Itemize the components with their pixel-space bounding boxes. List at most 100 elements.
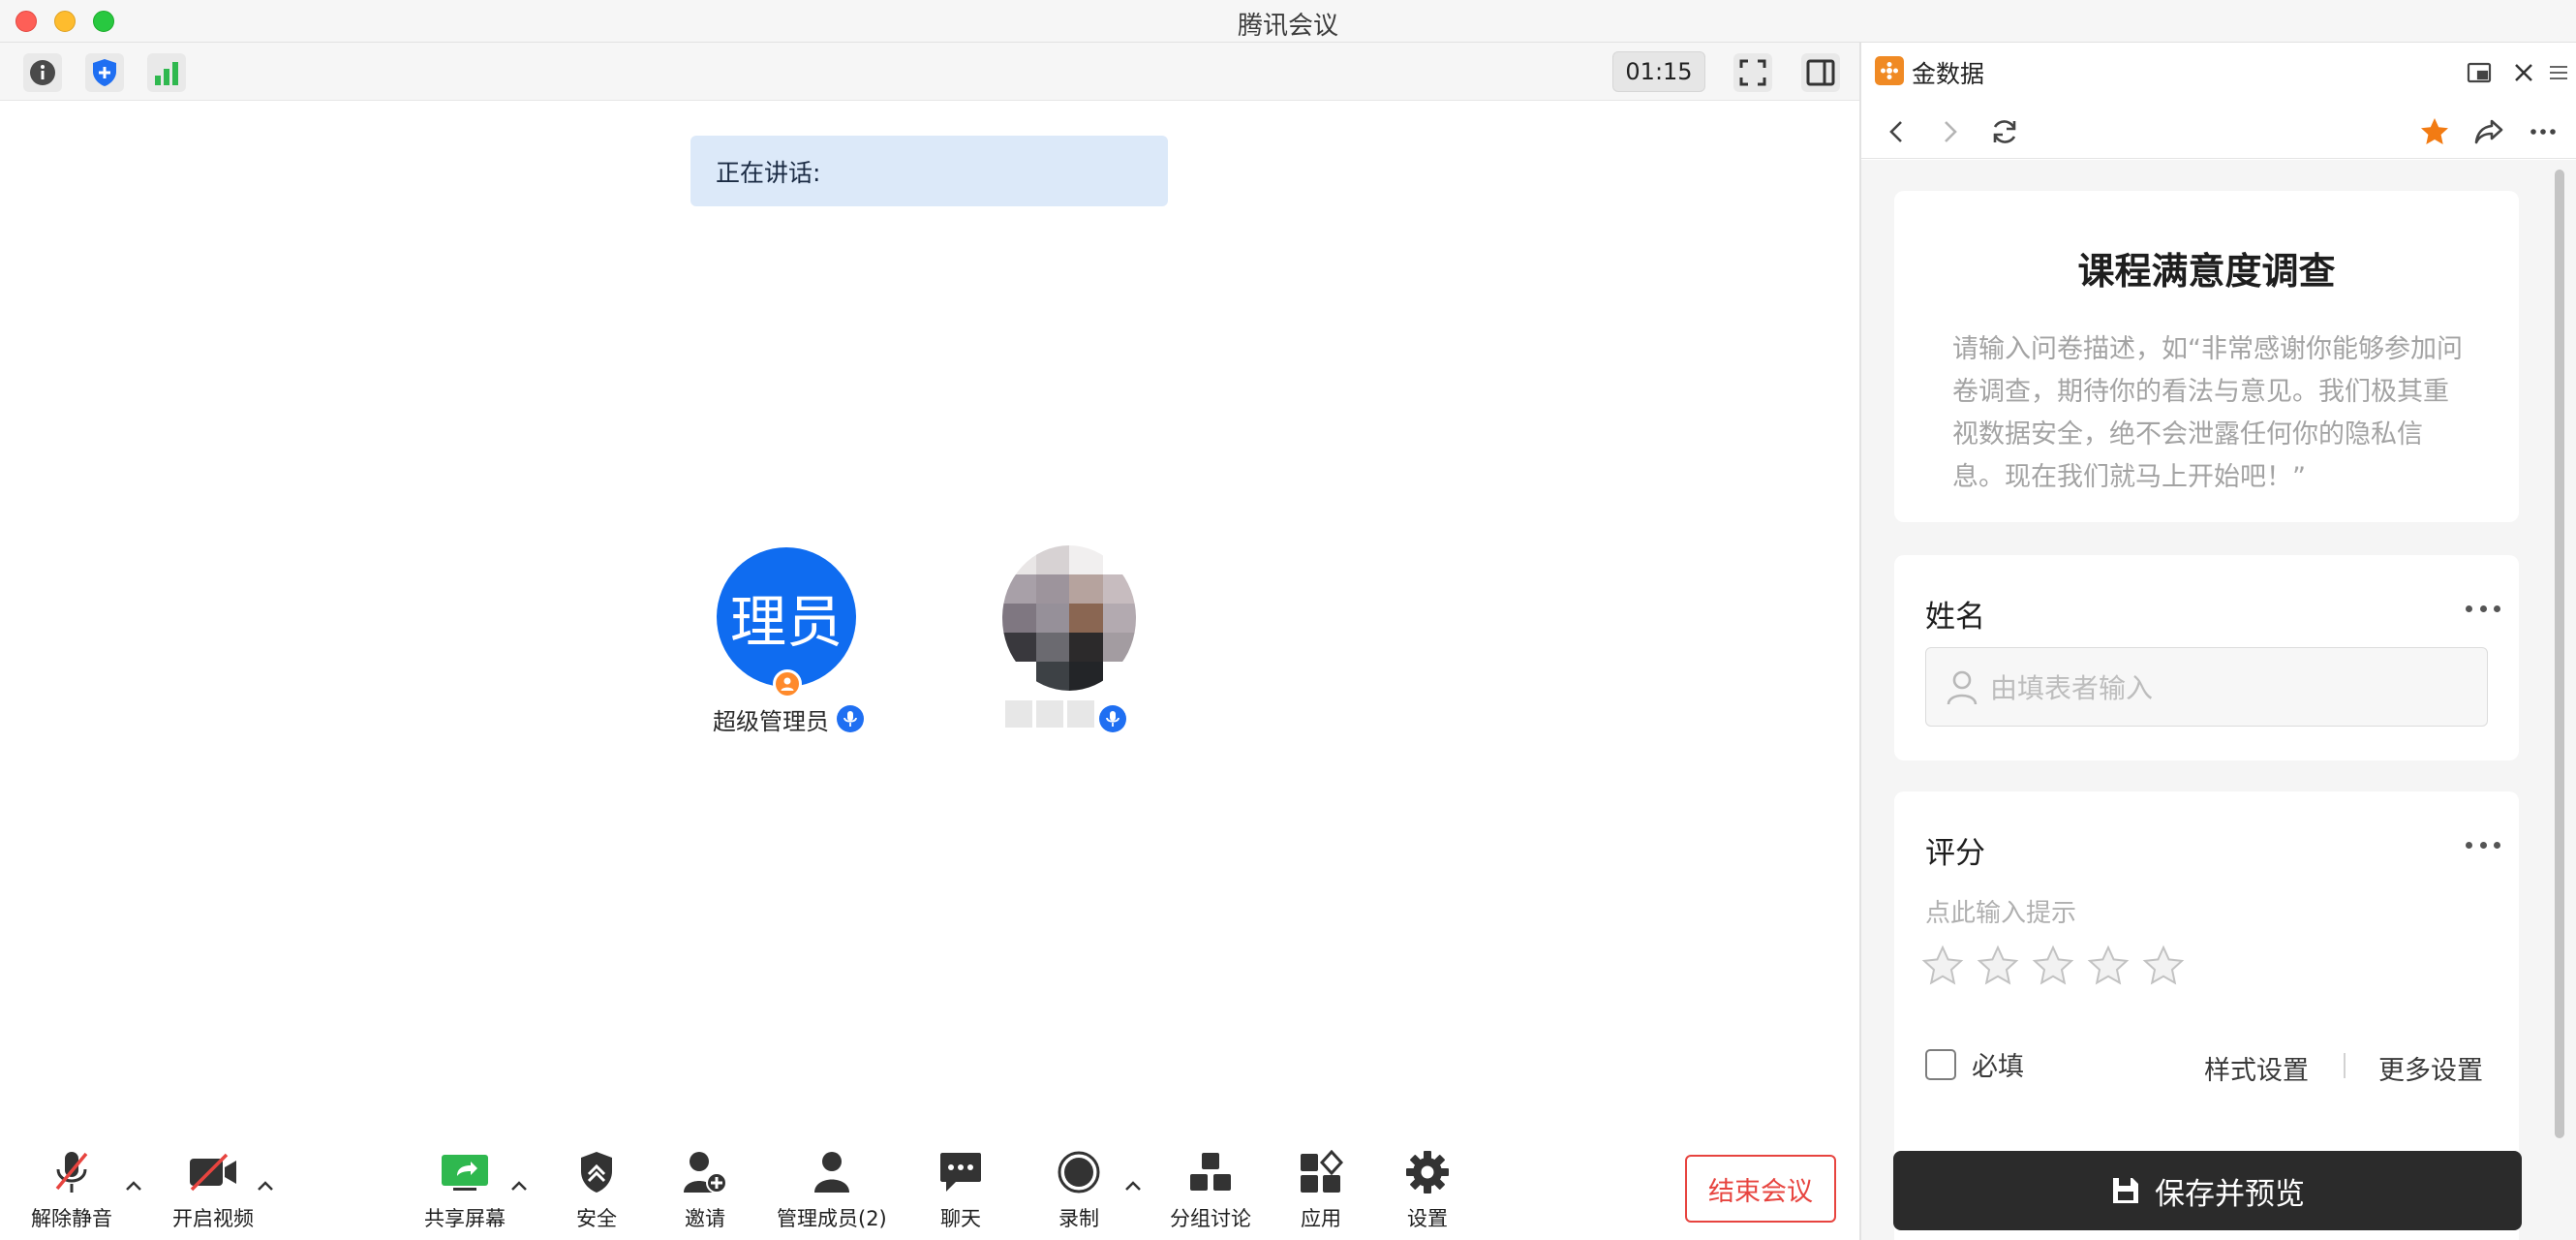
popout-window-icon	[2467, 62, 2492, 83]
form-description[interactable]: 请输入问卷描述，如“非常感谢你能够参加问卷调查，期待你的看法与意见。我们极其重视…	[1952, 328, 2466, 499]
question-more-button[interactable]	[2466, 605, 2500, 617]
form-editor-body: 课程满意度调查 请输入问卷描述，如“非常感谢你能够参加问卷调查，期待你的看法与意…	[1861, 160, 2576, 1240]
manage-members-button[interactable]: 管理成员(2)	[777, 1147, 887, 1232]
security-status-button[interactable]	[85, 53, 124, 92]
panel-header: 金数据	[1861, 43, 2576, 103]
info-icon	[30, 60, 55, 85]
rating-hint-text[interactable]: 点此输入提示	[1925, 893, 2076, 929]
user-icon	[1947, 670, 1978, 705]
form-title[interactable]: 课程满意度调查	[1894, 241, 2519, 294]
audio-options-caret[interactable]	[122, 1174, 145, 1197]
refresh-button[interactable]	[1985, 112, 2024, 151]
chevron-left-icon	[1889, 121, 1902, 142]
camera-off-icon	[190, 1153, 236, 1192]
settings-divider	[2344, 1053, 2346, 1078]
rating-stars[interactable]	[1921, 945, 2185, 987]
participant-avatar-pixelated[interactable]	[1002, 545, 1136, 691]
participant-name: 超级管理员	[713, 708, 829, 735]
question-label: 评分	[1925, 836, 1985, 871]
microphone-icon	[843, 711, 857, 727]
end-meeting-button[interactable]: 结束会议	[1685, 1155, 1836, 1223]
network-status-button[interactable]	[147, 53, 186, 92]
share-button[interactable]	[2469, 112, 2508, 151]
sidebar-layout-icon	[1806, 59, 1835, 86]
chat-button[interactable]: 聊天	[934, 1147, 988, 1232]
record-label: 录制	[1058, 1207, 1099, 1230]
flower-logo-icon	[1881, 62, 1898, 79]
person-icon	[781, 677, 794, 691]
meeting-top-bar: 01:15	[0, 43, 1859, 101]
apps-label: 应用	[1301, 1207, 1341, 1230]
chevron-up-icon	[511, 1181, 527, 1191]
refresh-icon	[1993, 120, 2016, 143]
style-settings-link[interactable]: 样式设置	[2204, 1049, 2309, 1087]
record-button[interactable]: 录制	[1052, 1147, 1106, 1232]
security-button[interactable]: 安全	[569, 1147, 624, 1232]
fullscreen-icon	[1739, 59, 1766, 86]
more-options-button[interactable]	[2524, 112, 2562, 151]
star-filled-icon	[2421, 118, 2448, 144]
more-horizontal-icon	[2530, 129, 2556, 135]
share-options-caret[interactable]	[507, 1174, 531, 1197]
unmute-button[interactable]: 解除静音	[31, 1147, 112, 1232]
share-screen-label: 共享屏幕	[424, 1207, 506, 1230]
breakout-label: 分组讨论	[1170, 1207, 1251, 1230]
close-icon	[2515, 64, 2532, 81]
chevron-up-icon	[258, 1181, 273, 1191]
panel-menu-button[interactable]	[2539, 53, 2576, 92]
required-label: 必填	[1972, 1052, 2024, 1082]
apps-button[interactable]: 应用	[1294, 1147, 1348, 1232]
participant-mic-status	[837, 705, 864, 732]
manage-members-label: 管理成员(2)	[777, 1207, 887, 1230]
favorite-button[interactable]	[2415, 112, 2454, 151]
question-label: 姓名	[1925, 600, 1985, 635]
chevron-right-icon	[1945, 121, 1957, 142]
participant-avatar[interactable]: 理员	[717, 547, 856, 687]
star-outline-icon[interactable]	[1977, 945, 2019, 987]
star-outline-icon[interactable]	[1921, 945, 1964, 987]
star-outline-icon[interactable]	[2087, 945, 2130, 987]
name-answer-field[interactable]: 由填表者输入	[1925, 647, 2488, 727]
meeting-info-button[interactable]	[23, 53, 62, 92]
panel-title: 金数据	[1912, 60, 1985, 88]
add-user-icon	[684, 1152, 727, 1194]
toggle-sidebar-button[interactable]	[1801, 53, 1840, 92]
share-arrow-icon	[2474, 119, 2503, 144]
settings-button[interactable]: 设置	[1400, 1147, 1455, 1232]
video-options-caret[interactable]	[254, 1174, 277, 1197]
record-options-caret[interactable]	[1121, 1174, 1145, 1197]
forward-button[interactable]	[1931, 112, 1970, 151]
apps-grid-icon	[1301, 1150, 1343, 1193]
chevron-up-icon	[126, 1181, 141, 1191]
start-video-button[interactable]: 开启视频	[172, 1147, 254, 1232]
chat-label: 聊天	[940, 1207, 981, 1230]
save-and-preview-button[interactable]: 保存并预览	[1893, 1151, 2522, 1230]
video-stage: 正在讲话: 理员 超级管理员	[0, 102, 1859, 1124]
fullscreen-button[interactable]	[1733, 53, 1772, 92]
required-checkbox[interactable]	[1925, 1048, 1956, 1080]
question-more-button[interactable]	[2466, 842, 2500, 853]
share-screen-button[interactable]: 共享屏幕	[424, 1147, 506, 1232]
more-settings-link[interactable]: 更多设置	[2378, 1049, 2483, 1087]
invite-button[interactable]: 邀请	[678, 1147, 732, 1232]
start-video-label: 开启视频	[172, 1207, 254, 1230]
chevron-up-icon	[1125, 1181, 1141, 1191]
signal-bars-icon	[155, 62, 178, 85]
gear-icon	[1406, 1151, 1449, 1194]
panel-scrollbar[interactable]	[2555, 170, 2564, 1138]
star-outline-icon[interactable]	[2142, 945, 2185, 987]
back-button[interactable]	[1877, 112, 1916, 151]
record-icon	[1058, 1151, 1100, 1194]
star-outline-icon[interactable]	[2032, 945, 2074, 987]
close-panel-button[interactable]	[2504, 53, 2543, 92]
panel-navigation-bar	[1861, 103, 2576, 159]
jinshuju-logo	[1875, 56, 1904, 85]
popout-panel-button[interactable]	[2460, 53, 2499, 92]
form-header-card[interactable]: 课程满意度调查 请输入问卷描述，如“非常感谢你能够参加问卷调查，期待你的看法与意…	[1894, 191, 2519, 522]
participant-name-redacted	[1005, 700, 1094, 728]
question-card-name[interactable]: 姓名 由填表者输入	[1894, 555, 2519, 760]
required-toggle[interactable]: 必填	[1925, 1045, 2024, 1083]
breakout-rooms-button[interactable]: 分组讨论	[1170, 1147, 1251, 1232]
share-screen-icon	[442, 1155, 488, 1191]
invite-label: 邀请	[685, 1207, 725, 1230]
